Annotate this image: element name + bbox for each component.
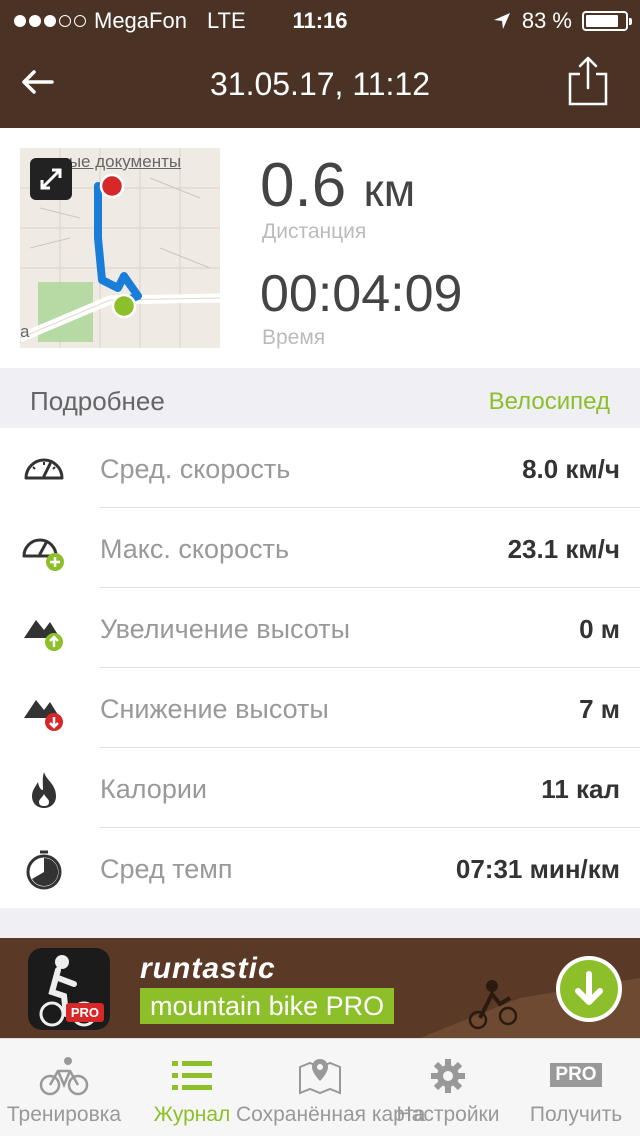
pro-badge-icon: PRO <box>550 1063 602 1087</box>
status-right: 83 % <box>492 8 632 34</box>
section-gap <box>0 908 640 938</box>
stopwatch-icon <box>26 850 62 890</box>
list-item: Увеличение высоты 0 м <box>0 588 640 668</box>
pro-tag: PRO <box>65 1003 104 1022</box>
download-button[interactable] <box>556 956 622 1022</box>
distance-label: Дистанция <box>262 220 367 243</box>
runtastic-logo: runtastic <box>140 952 276 985</box>
map-pin-icon <box>299 1059 341 1095</box>
distance-unit: км <box>363 164 416 216</box>
row-label: Сред темп <box>100 854 233 884</box>
duration-label: Время <box>262 326 326 349</box>
row-label: Увеличение высоты <box>100 614 350 644</box>
battery-icon <box>582 11 632 31</box>
row-value: 8.0 км/ч <box>522 454 620 484</box>
row-value: 23.1 км/ч <box>507 534 620 564</box>
list-item: Сред. скорость 8.0 км/ч <box>0 428 640 508</box>
row-label: Снижение высоты <box>100 694 329 724</box>
mountain-bike-app-icon: PRO <box>28 948 110 1030</box>
activity-summary: рные документы а 0.6 км Дистанция 00:04:… <box>0 128 640 368</box>
sport-type[interactable]: Велосипед <box>489 388 610 416</box>
flame-icon <box>32 772 56 808</box>
duration-value: 00:04:09 <box>260 265 463 323</box>
expand-map-button[interactable] <box>30 158 72 200</box>
activity-date-title: 31.05.17, 11:12 <box>209 66 431 102</box>
row-value: 07:31 мин/км <box>455 854 620 884</box>
details-list: Сред. скорость 8.0 км/ч Макс. скорость 2… <box>0 428 640 908</box>
share-icon[interactable] <box>566 54 610 108</box>
tab-bar: Тренировка Журнал Сохранённая карта Наст… <box>0 1038 640 1136</box>
details-title: Подробнее <box>30 386 165 416</box>
list-item: Калории 11 кал <box>0 748 640 828</box>
elevation-loss-icon <box>24 700 63 731</box>
gear-icon <box>431 1059 465 1093</box>
list-icon <box>172 1061 212 1090</box>
route-map-thumbnail[interactable]: рные документы а <box>20 148 220 348</box>
expand-icon <box>40 168 62 190</box>
bicycle-icon <box>39 1057 89 1096</box>
list-item: Снижение высоты 7 м <box>0 668 640 748</box>
distance-number: 0.6 <box>260 151 347 220</box>
row-label: Сред. скорость <box>100 454 291 484</box>
list-item: Макс. скорость 23.1 км/ч <box>0 508 640 588</box>
tab-label: Получить <box>529 1103 623 1126</box>
status-bar: MegaFon LTE 11:16 83 % <box>0 0 640 40</box>
pro-badge-text: PRO <box>555 1064 597 1085</box>
promo-banner[interactable]: PRO runtastic mountain bike PRO <box>0 938 640 1038</box>
speedometer-plus-icon <box>22 538 64 571</box>
row-label: Макс. скорость <box>100 534 290 564</box>
row-value: 11 кал <box>541 774 620 804</box>
download-arrow-icon <box>575 971 603 1005</box>
tab-get-pro[interactable]: PRO Получить <box>512 1039 640 1136</box>
elevation-gain-icon <box>24 620 63 651</box>
speedometer-icon <box>24 458 64 480</box>
row-value: 7 м <box>579 694 620 724</box>
row-label: Калории <box>100 774 207 804</box>
header: 31.05.17, 11:12 <box>0 40 640 128</box>
product-name: mountain bike PRO <box>140 988 395 1024</box>
row-value: 0 м <box>579 614 620 644</box>
location-arrow-icon <box>493 13 510 29</box>
distance-value: 0.6 км <box>260 150 415 221</box>
battery-percent: 83 % <box>521 8 572 33</box>
list-item: Сред темп 07:31 мин/км <box>0 828 640 908</box>
details-section-header: Подробнее Велосипед <box>0 368 640 428</box>
map-edge-label: а <box>20 322 30 341</box>
